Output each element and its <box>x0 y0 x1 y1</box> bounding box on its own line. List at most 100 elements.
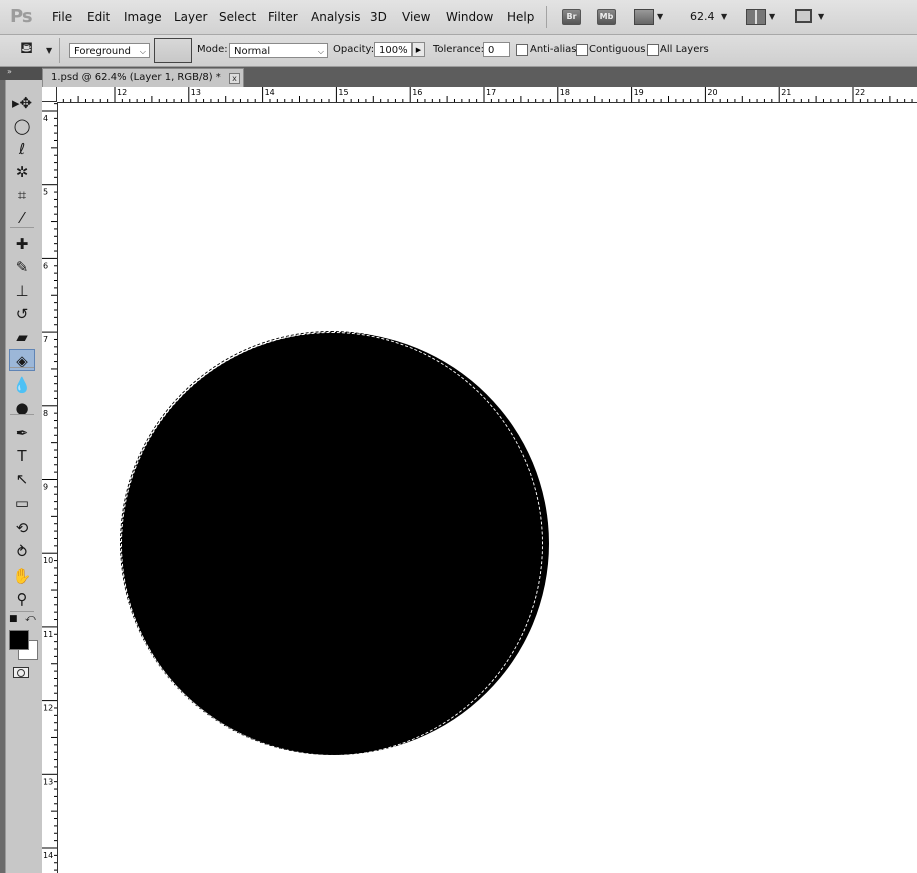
paint-bucket-preset-icon[interactable]: ⛾ <box>20 38 33 59</box>
menu-bar: Ps File Edit Image Layer Select Filter A… <box>0 0 917 35</box>
tool-group-divider <box>10 227 34 228</box>
document-canvas[interactable] <box>58 103 917 873</box>
menu-layer[interactable]: Layer <box>174 10 207 24</box>
blur-tool-icon[interactable]: 💧 <box>9 374 35 396</box>
quick-mask-icon[interactable] <box>13 667 29 678</box>
ruler-label: 5 <box>43 188 48 197</box>
dodge-tool-icon[interactable]: ● <box>9 397 35 419</box>
tolerance-value: 0 <box>488 45 495 56</box>
3d-orbit-tool-icon[interactable]: ⥁ <box>9 541 35 563</box>
3d-rotate-tool-icon[interactable]: ⟲ <box>9 517 35 539</box>
move-tool-icon[interactable]: ▸✥ <box>9 92 35 114</box>
ruler-label: 7 <box>43 335 48 344</box>
tool-group-divider <box>10 611 34 612</box>
chevron-down-icon[interactable]: ▼ <box>818 12 824 21</box>
chevron-down-icon[interactable]: ▼ <box>769 12 775 21</box>
bridge-button[interactable]: Br <box>562 9 581 25</box>
horizontal-ruler-ticks: 12 13 14 15 16 17 18 19 20 21 22 <box>62 87 913 102</box>
clone-stamp-tool-icon[interactable]: ⊥ <box>9 280 35 302</box>
tool-group-divider <box>10 414 34 415</box>
fill-source-select[interactable]: Foreground ⌵ <box>69 43 150 58</box>
ruler-label: 11 <box>43 630 53 639</box>
menu-help[interactable]: Help <box>507 10 534 24</box>
ruler-label: 14 <box>265 88 275 97</box>
menu-window[interactable]: Window <box>446 10 493 24</box>
chevron-down-icon[interactable]: ▼ <box>46 46 52 55</box>
history-brush-tool-icon[interactable]: ↺ <box>9 303 35 325</box>
document-tab-title: 1.psd @ 62.4% (Layer 1, RGB/8) * <box>51 72 221 83</box>
mode-select[interactable]: Normal ⌵ <box>229 43 328 58</box>
vertical-ruler: 4 5 6 7 8 9 10 11 12 13 14 <box>42 102 58 873</box>
chevron-down-icon[interactable]: ▼ <box>721 12 727 21</box>
crop-tool-icon[interactable]: ⌗ <box>9 184 35 206</box>
type-tool-icon[interactable]: T <box>9 445 35 467</box>
menu-3d[interactable]: 3D <box>370 10 387 24</box>
menu-file[interactable]: File <box>52 10 72 24</box>
anti-alias-label: Anti-alias <box>530 44 577 55</box>
eyedropper-tool-icon[interactable]: ⁄ <box>9 207 35 229</box>
document-tab[interactable]: 1.psd @ 62.4% (Layer 1, RGB/8) * x <box>42 68 244 87</box>
menu-select[interactable]: Select <box>219 10 256 24</box>
anti-alias-checkbox[interactable] <box>516 44 528 56</box>
hand-tool-icon[interactable]: ✋ <box>9 565 35 587</box>
menu-analysis[interactable]: Analysis <box>311 10 360 24</box>
all-layers-checkbox[interactable] <box>647 44 659 56</box>
path-select-tool-icon[interactable]: ↖ <box>9 468 35 490</box>
pen-tool-icon[interactable]: ✒ <box>9 422 35 444</box>
shape-tool-icon[interactable]: ▭ <box>9 492 35 514</box>
opacity-input[interactable]: 100% <box>374 42 412 57</box>
mini-bridge-button[interactable]: Mb <box>597 9 616 25</box>
ruler-origin[interactable] <box>42 87 57 102</box>
ruler-label: 13 <box>191 88 201 97</box>
photoshop-logo: Ps <box>10 6 33 27</box>
ruler-label: 18 <box>560 88 570 97</box>
ruler-label: 9 <box>43 483 48 492</box>
panel-dock-strip: » <box>0 67 42 80</box>
ruler-label: 20 <box>707 88 717 97</box>
ruler-label: 17 <box>486 88 496 97</box>
close-icon[interactable]: x <box>229 73 240 84</box>
zoom-tool-icon[interactable]: ⚲ <box>9 588 35 610</box>
options-separator <box>59 38 60 63</box>
ruler-label: 6 <box>43 261 48 270</box>
zoom-level[interactable]: 62.4 <box>690 10 715 23</box>
default-colors-icon[interactable]: ■ <box>9 614 18 624</box>
swap-colors-icon[interactable]: ⤺ <box>25 613 36 624</box>
chevron-down-icon[interactable]: ▼ <box>657 12 663 21</box>
tolerance-input[interactable]: 0 <box>483 42 510 57</box>
tolerance-label: Tolerance: <box>433 44 485 55</box>
chevron-down-icon: ⌵ <box>139 47 146 56</box>
ruler-label: 8 <box>43 409 48 418</box>
view-extras-icon[interactable] <box>634 9 654 25</box>
screen-mode-icon[interactable] <box>795 9 812 23</box>
arrange-documents-icon[interactable] <box>746 9 766 25</box>
brush-tool-icon[interactable]: ✎ <box>9 256 35 278</box>
ruler-label: 12 <box>117 88 127 97</box>
menu-edit[interactable]: Edit <box>87 10 110 24</box>
marquee-tool-icon[interactable]: ◯ <box>9 115 35 137</box>
eraser-tool-icon[interactable]: ▰ <box>9 326 35 348</box>
opacity-label: Opacity: <box>333 44 375 55</box>
opacity-value: 100% <box>379 45 408 56</box>
opacity-slider-button[interactable]: ▶ <box>412 42 425 57</box>
menu-image[interactable]: Image <box>124 10 162 24</box>
collapse-icon[interactable]: » <box>7 67 12 76</box>
lasso-tool-icon[interactable]: ℓ <box>9 138 35 160</box>
horizontal-ruler: 12 13 14 15 16 17 18 19 20 21 22 <box>42 87 917 103</box>
menu-filter[interactable]: Filter <box>268 10 298 24</box>
chevron-down-icon: ⌵ <box>317 47 324 56</box>
ruler-label: 4 <box>43 114 48 123</box>
healing-brush-tool-icon[interactable]: ✚ <box>9 233 35 255</box>
quick-select-tool-icon[interactable]: ✲ <box>9 161 35 183</box>
contiguous-checkbox[interactable] <box>576 44 588 56</box>
mode-value: Normal <box>234 46 271 57</box>
menu-view[interactable]: View <box>402 10 430 24</box>
all-layers-label: All Layers <box>660 44 709 55</box>
menu-separator <box>546 6 547 28</box>
foreground-color-swatch[interactable] <box>9 630 29 650</box>
ruler-label: 21 <box>781 88 791 97</box>
mode-label: Mode: <box>197 44 228 55</box>
ruler-label: 15 <box>338 88 348 97</box>
contiguous-label: Contiguous <box>589 44 646 55</box>
pattern-picker[interactable] <box>154 38 192 63</box>
